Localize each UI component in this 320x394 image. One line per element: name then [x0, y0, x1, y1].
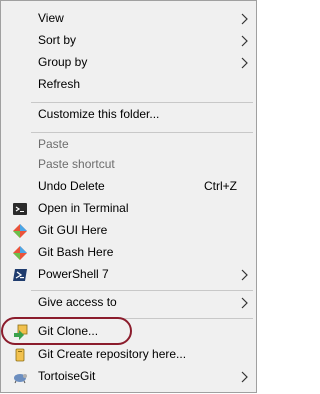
menu-item-group-by[interactable]: Group by [2, 52, 256, 74]
menu-item-label: Git Create repository here... [38, 347, 187, 361]
menu-separator [31, 102, 253, 103]
menu-item-git-clone[interactable]: Git Clone... [2, 321, 256, 343]
menu-item-git-create-repository[interactable]: Git Create repository here... [2, 344, 256, 366]
menu-item-label: Give access to [38, 295, 117, 309]
chevron-right-icon [241, 57, 248, 69]
menu-separator [31, 290, 253, 291]
menu-item-label: Paste shortcut [38, 157, 115, 171]
menu-item-git-bash-here[interactable]: Git Bash Here [2, 242, 256, 264]
menu-item-label: Sort by [38, 33, 77, 47]
menu-item-give-access-to[interactable]: Give access to [2, 292, 256, 314]
menu-item-label: Open in Terminal [38, 201, 129, 215]
git-bash-icon [13, 246, 27, 260]
menu-item-label: Git GUI Here [38, 223, 108, 237]
menu-item-label: Undo Delete [38, 179, 105, 193]
menu-item-label: Git Clone... [38, 324, 99, 338]
menu-item-shortcut: Ctrl+Z [204, 179, 237, 193]
menu-item-label: View [38, 11, 64, 25]
context-menu: View Sort by Group by Refresh Customize … [0, 0, 257, 393]
tortoisegit-icon [14, 374, 27, 384]
chevron-right-icon [241, 371, 248, 383]
chevron-right-icon [241, 269, 248, 281]
menu-item-label: Git Bash Here [38, 245, 114, 259]
menu-item-undo-delete[interactable]: Undo Delete Ctrl+Z [2, 176, 256, 198]
tortoisegit-create-repo-icon [15, 348, 25, 362]
menu-item-git-gui-here[interactable]: Git GUI Here [2, 220, 256, 242]
menu-item-open-in-terminal[interactable]: Open in Terminal [2, 198, 256, 220]
menu-item-paste: Paste [2, 134, 256, 156]
menu-item-sort-by[interactable]: Sort by [2, 30, 256, 52]
chevron-right-icon [241, 35, 248, 47]
tortoisegit-clone-icon [14, 324, 28, 340]
menu-item-label: Group by [38, 55, 88, 69]
menu-separator [31, 318, 253, 319]
terminal-icon [13, 203, 27, 215]
chevron-right-icon [241, 297, 248, 309]
menu-item-tortoisegit[interactable]: TortoiseGit [2, 366, 256, 388]
git-gui-icon [13, 224, 27, 238]
chevron-right-icon [241, 13, 248, 25]
menu-item-powershell-7[interactable]: PowerShell 7 [2, 264, 256, 286]
menu-item-refresh[interactable]: Refresh [2, 74, 256, 96]
menu-item-customize-folder[interactable]: Customize this folder... [2, 104, 256, 126]
powershell-icon [13, 269, 27, 281]
menu-item-view[interactable]: View [2, 8, 256, 30]
menu-item-label: Paste [38, 137, 69, 151]
menu-separator [31, 132, 253, 133]
menu-item-label: TortoiseGit [38, 369, 96, 383]
menu-item-label: Refresh [38, 77, 81, 91]
menu-item-label: Customize this folder... [38, 107, 160, 121]
menu-item-paste-shortcut: Paste shortcut [2, 154, 256, 176]
menu-item-label: PowerShell 7 [38, 267, 109, 281]
